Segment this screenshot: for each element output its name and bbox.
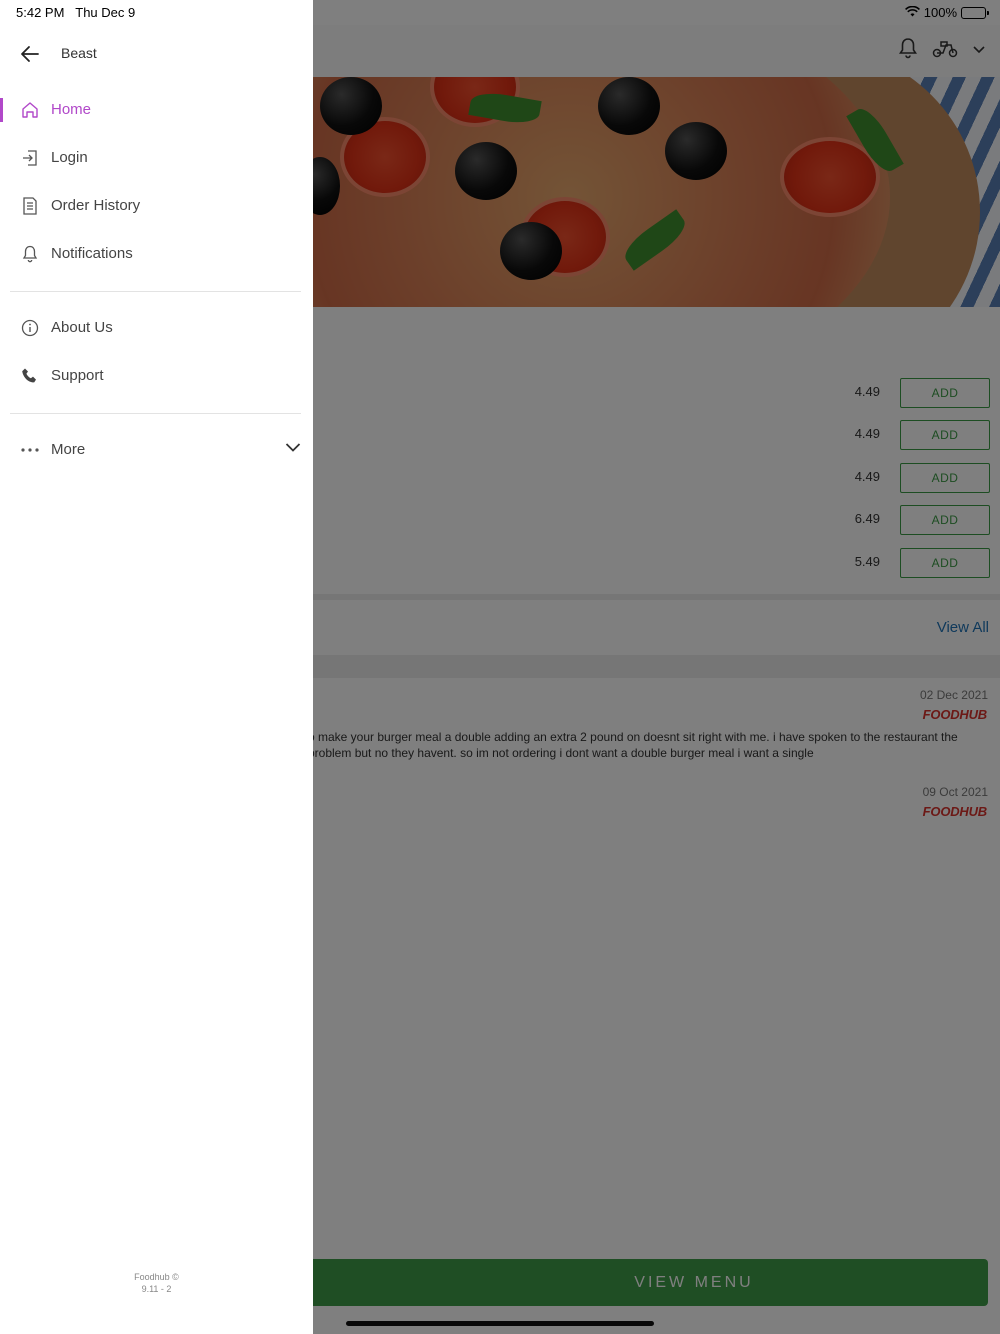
footer-version: 9.11 - 2 <box>141 1284 172 1294</box>
nav-item-label: Login <box>51 149 88 166</box>
active-indicator <box>0 98 3 122</box>
nav-item-home[interactable]: Home <box>0 88 313 132</box>
drawer-header: Beast <box>0 32 313 77</box>
info-icon <box>20 317 40 339</box>
nav-item-label: Order History <box>51 197 141 214</box>
drawer-divider <box>10 291 301 292</box>
footer-copyright: Foodhub © <box>134 1272 179 1282</box>
nav-item-more[interactable]: More <box>0 428 313 472</box>
nav-item-label: Support <box>51 367 104 384</box>
nav-item-label: Home <box>51 101 92 118</box>
nav-item-about-us[interactable]: About Us <box>0 306 313 350</box>
battery-percent: 100% <box>923 5 957 20</box>
document-icon <box>20 195 40 217</box>
chevron-down-icon[interactable] <box>285 440 301 458</box>
drawer-title: Beast <box>61 45 97 61</box>
status-right: 100% <box>904 5 989 20</box>
status-bar-left: 5:42 PM Thu Dec 9 <box>0 0 313 25</box>
nav-item-order-history[interactable]: Order History <box>0 184 313 228</box>
login-icon <box>20 147 40 169</box>
back-arrow-icon[interactable] <box>18 42 42 66</box>
home-icon <box>20 99 40 121</box>
bell-icon <box>20 243 40 265</box>
more-dots-icon <box>20 439 40 461</box>
navigation-drawer: 5:42 PM Thu Dec 9 Beast Home Login Order… <box>0 0 313 1334</box>
drawer-divider <box>10 413 301 414</box>
nav-item-label: More <box>51 441 86 458</box>
wifi-icon <box>904 5 920 20</box>
drawer-footer: Foodhub © 9.11 - 2 <box>0 1271 313 1295</box>
phone-icon <box>20 365 40 387</box>
battery-icon <box>961 6 989 19</box>
nav-item-support[interactable]: Support <box>0 354 313 398</box>
status-time: 5:42 PM Thu Dec 9 <box>16 5 136 20</box>
nav-item-login[interactable]: Login <box>0 136 313 180</box>
nav-item-label: Notifications <box>51 245 133 262</box>
nav-item-label: About Us <box>51 319 113 336</box>
nav-item-notifications[interactable]: Notifications <box>0 232 313 276</box>
